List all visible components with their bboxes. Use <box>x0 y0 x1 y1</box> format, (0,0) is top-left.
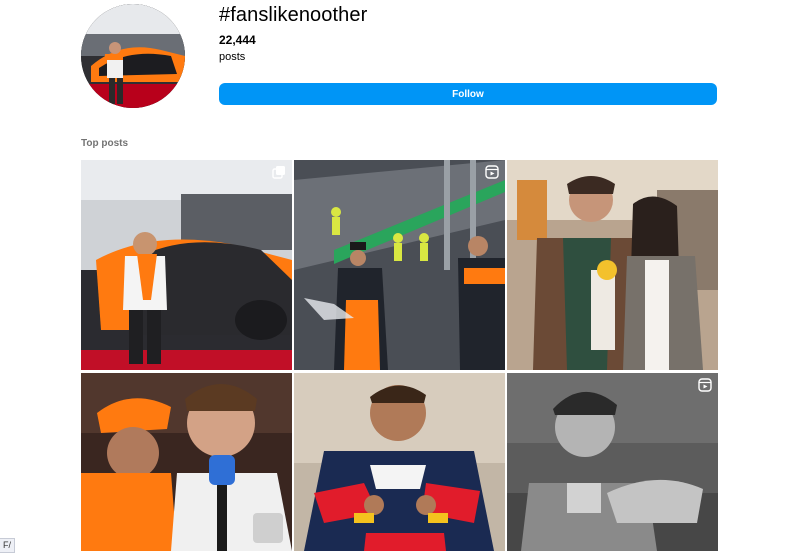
hashtag-title: #fanslikenoother <box>219 4 368 26</box>
post-thumbnail[interactable] <box>81 160 292 370</box>
post-image <box>81 160 292 370</box>
post-count: 22,444 <box>219 33 256 47</box>
post-thumbnail[interactable] <box>294 160 505 370</box>
post-image <box>507 160 718 370</box>
post-thumbnail[interactable] <box>294 373 505 551</box>
hashtag-avatar <box>81 4 185 108</box>
post-thumbnail[interactable] <box>507 373 718 551</box>
post-image <box>294 160 505 370</box>
follow-button[interactable]: Follow <box>219 83 717 105</box>
carousel-icon <box>272 166 285 179</box>
top-posts-heading: Top posts <box>81 138 129 149</box>
post-count-label: posts <box>219 51 246 63</box>
reel-icon <box>698 378 712 392</box>
post-thumbnail[interactable] <box>507 160 718 370</box>
reel-icon <box>485 165 499 179</box>
post-image <box>507 373 718 551</box>
post-image <box>81 373 292 551</box>
post-image <box>294 373 505 551</box>
post-thumbnail[interactable] <box>81 373 292 551</box>
